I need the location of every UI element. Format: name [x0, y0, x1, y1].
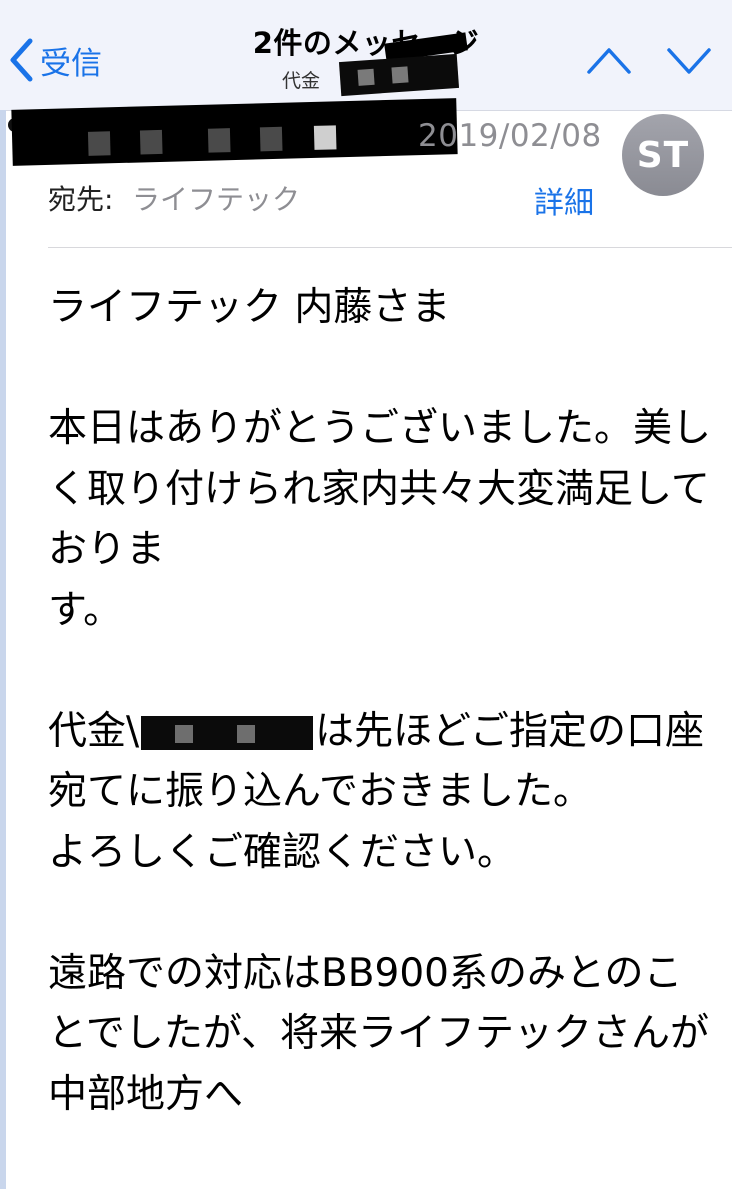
recipient-label: 宛先:: [48, 183, 114, 216]
paragraph-remote: 遠路での対応はBB900系のみとのことでしたが、将来ライフテックさんが中部地方へ: [48, 950, 710, 1117]
message-body: ライフテック 内藤さま 本日はありがとうございました。美しく取り付けられ家内共々…: [48, 278, 718, 1125]
previous-message-button[interactable]: [584, 36, 634, 86]
subtitle-text: 代金: [281, 70, 320, 92]
recipient-name[interactable]: ライフテック: [132, 178, 300, 218]
chevron-up-icon: [584, 48, 634, 90]
left-edge-bar: [0, 110, 6, 1189]
sender-redaction: [11, 98, 458, 166]
amount-redaction: [141, 716, 314, 750]
mail-screen: 受信 2件のメッセージ 代金 2019/02/08 ST 宛先: ライフテック …: [0, 0, 732, 1189]
header-divider: [48, 247, 732, 248]
chevron-down-icon: [664, 48, 714, 90]
next-message-button[interactable]: [664, 36, 714, 86]
details-link[interactable]: 詳細: [534, 178, 594, 222]
greeting-line: ライフテック 内藤さま: [48, 285, 451, 330]
avatar[interactable]: ST: [622, 114, 704, 196]
message-date: 2019/02/08: [418, 118, 602, 154]
paragraph-thanks: 本日はありがとうございました。美しく取り付けられ家内共々大変満足しておりま す。: [48, 406, 712, 633]
navigation-bar: 受信 2件のメッセージ 代金: [0, 0, 732, 111]
payment-prefix: 代金\: [48, 708, 140, 754]
paragraph-payment: 代金\ は先ほどご指定の口座宛てに振り込んでおきました。 よろしくご確認ください。: [48, 702, 718, 884]
